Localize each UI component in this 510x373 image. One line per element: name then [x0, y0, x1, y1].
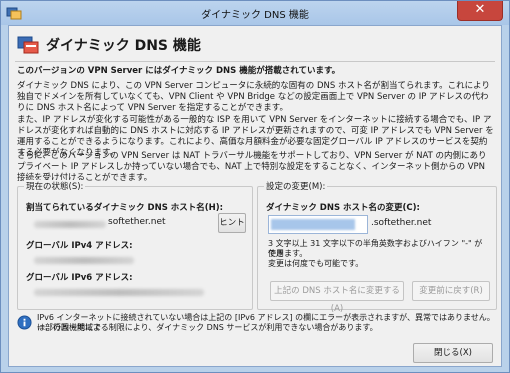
title-bar[interactable]: ダイナミック DNS 機能 ✕ — [1, 1, 509, 25]
hostname-help-line-3: 変更は何度でも可能です。 — [268, 259, 364, 268]
ipv4-label: グローバル IPv4 アドレス: — [26, 241, 133, 251]
revert-hostname-button[interactable]: 変更前に戻す(R) — [412, 281, 490, 301]
close-button[interactable]: 閉じる(X) — [413, 343, 493, 363]
current-status-label: 現在の状態(S): — [24, 180, 86, 192]
ipv6-label: グローバル IPv6 アドレス: — [26, 273, 133, 283]
apply-hostname-button[interactable]: 上記の DNS ホスト名に変更する(A) — [270, 281, 404, 314]
dialog-content: ダイナミック DNS 機能 このバージョンの VPN Server にはダイナミ… — [8, 25, 502, 367]
dynamic-dns-icon — [17, 36, 39, 54]
dialog-window: ダイナミック DNS 機能 ✕ ダイナミック DNS 機能 このバージョンの V… — [0, 0, 510, 373]
hostname-help-line-2: できます。 — [268, 249, 308, 258]
ipv6-value — [34, 289, 204, 296]
current-status-group: 現在の状態(S): 割当てられているダイナミック DNS ホスト名(H): so… — [17, 180, 253, 310]
window-close-button[interactable]: ✕ — [457, 1, 503, 21]
new-hostname-label: ダイナミック DNS ホスト名の変更(C): — [266, 203, 420, 213]
info-icon — [17, 315, 32, 330]
window-title: ダイナミック DNS 機能 — [201, 10, 309, 21]
assigned-hostname-value — [34, 221, 106, 228]
intro-paragraph-3: さらに、このバージョンの VPN Server は NAT トラバーサル機能をサ… — [17, 151, 487, 183]
header-divider — [15, 61, 495, 62]
page-title: ダイナミック DNS 機能 — [46, 38, 201, 54]
hostname-input-value — [271, 219, 355, 230]
new-hostname-suffix: .softether.net — [371, 218, 432, 228]
change-settings-group: 設定の変更(M): ダイナミック DNS ホスト名の変更(C): .softet… — [257, 180, 497, 314]
change-settings-label: 設定の変更(M): — [264, 180, 328, 192]
assigned-hostname-label: 割当てられているダイナミック DNS ホスト名(H): — [26, 203, 224, 213]
intro-heading: このバージョンの VPN Server にはダイナミック DNS 機能が搭載され… — [17, 66, 341, 76]
hostname-input[interactable] — [268, 215, 368, 234]
intro-paragraph-1: ダイナミック DNS により、この VPN Server コンピュータに永続的な… — [17, 81, 490, 113]
ipv4-value — [34, 257, 134, 264]
ipv6-notice-line-2: は、行政機関による制限により、ダイナミック DNS サービスが利用できない場合が… — [37, 323, 378, 332]
hint-button[interactable]: ヒント — [218, 213, 246, 233]
assigned-hostname-suffix: softether.net — [108, 217, 166, 227]
